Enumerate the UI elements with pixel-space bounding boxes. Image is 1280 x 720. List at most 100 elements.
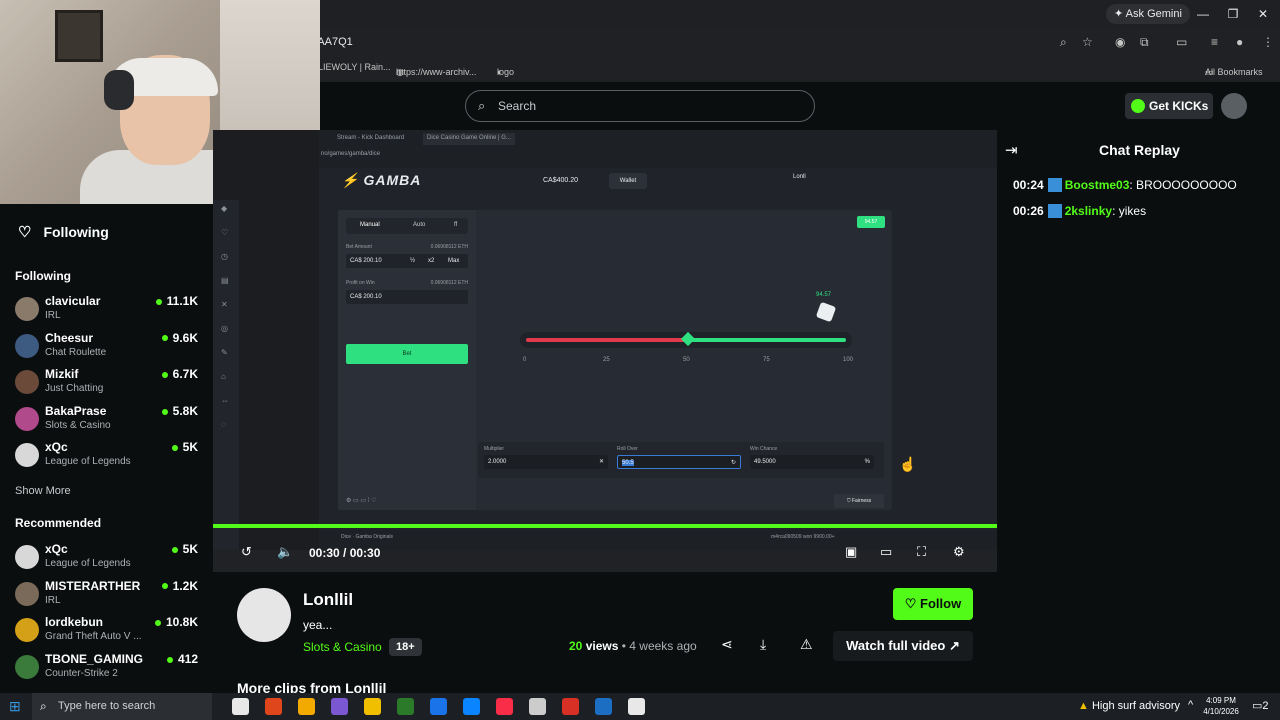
max-button: Max — [448, 258, 460, 264]
discord-icon[interactable] — [331, 698, 348, 715]
live-dot-icon — [161, 372, 168, 379]
following-nav[interactable]: ♡ Following — [18, 223, 109, 241]
bookmark-item[interactable]: LIEWOLY | Rain... — [318, 62, 391, 72]
extension-icon[interactable]: ◉ — [1115, 35, 1125, 49]
channel-category: Chat Roulette — [45, 346, 107, 358]
collapse-chat-icon[interactable]: ⇥ — [1005, 141, 1018, 159]
avatar — [15, 333, 39, 358]
miniplayer-icon[interactable]: ▣ — [845, 544, 857, 560]
notification-icon[interactable]: ▭2 — [1252, 699, 1269, 712]
sidepanel-icon[interactable]: ▭ — [1176, 35, 1187, 49]
sidebar-channel[interactable]: xQc League of Legends 5K — [15, 439, 205, 473]
avatar — [15, 545, 39, 569]
minimize-icon[interactable]: — — [1188, 4, 1218, 24]
address-bar[interactable]: BAA7Q1 — [310, 32, 1270, 52]
watch-full-video-button[interactable]: Watch full video ↗ — [833, 631, 973, 661]
gamba-logo-icon: ⚡ — [341, 172, 360, 188]
channel-name[interactable]: Lonllil — [303, 590, 353, 610]
chat-username[interactable]: 2kslinky — [1065, 204, 1112, 218]
download-icon[interactable]: ⤓ — [760, 636, 766, 653]
follow-button[interactable]: ♡ Follow — [893, 588, 973, 620]
edge-icon[interactable] — [430, 698, 447, 715]
video-progress-bar[interactable] — [213, 524, 997, 528]
fairness-button: ⛉ Fairness — [834, 494, 884, 508]
avatar[interactable] — [1221, 93, 1247, 119]
sidebar-channel[interactable]: Cheesur Chat Roulette 9.6K — [15, 330, 205, 364]
menu-icon[interactable]: ⋮ — [1262, 35, 1274, 49]
taskbar-search-input[interactable]: ⌕ Type here to search — [32, 693, 212, 720]
ask-gemini-button[interactable]: ✦ Ask Gemini — [1106, 4, 1190, 24]
slider-tick-label: 100 — [843, 357, 854, 363]
windows-start-icon[interactable]: ⊞ — [9, 698, 21, 715]
settings-icon: ⚙ ▭ ▭ ⁞ ♡ — [346, 498, 377, 504]
sidebar-channel[interactable]: Mizkif Just Chatting 6.7K — [15, 366, 205, 400]
report-icon[interactable]: ⚠ — [800, 636, 813, 653]
slider-win-range — [687, 338, 846, 342]
sidebar-channel[interactable]: DrLupoQueen77 — [15, 687, 205, 688]
get-kicks-button[interactable]: Get KICKs — [1125, 93, 1213, 119]
rail-icon: ◷ — [221, 252, 228, 261]
sidebar-channel[interactable]: xQc League of Legends 5K — [15, 541, 205, 575]
viewer-count: 5K — [171, 440, 198, 454]
bookmark-star-icon[interactable]: ☆ — [1082, 35, 1093, 49]
search-input[interactable]: ⌕ Search — [465, 90, 815, 122]
tray-chevron-icon[interactable]: ^ — [1188, 699, 1193, 711]
fullscreen-icon[interactable]: ⛶ — [917, 544, 926, 560]
volume-icon[interactable]: 🔈 — [277, 544, 293, 560]
chat-username[interactable]: Boostme03 — [1065, 178, 1130, 192]
weather-alert[interactable]: ▲ High surf advisory — [1078, 700, 1180, 712]
obs-icon[interactable] — [397, 698, 414, 715]
sidebar-channel[interactable]: TBONE_GAMING Counter-Strike 2 412 — [15, 651, 205, 685]
mouse-cursor-icon: ☝ — [899, 456, 917, 472]
show-more-link[interactable]: Show More — [15, 485, 71, 497]
clear-icon: ✕ — [598, 459, 604, 465]
extensions-puzzle-icon[interactable]: ⧉ — [1140, 35, 1149, 50]
steam-icon[interactable] — [595, 698, 612, 715]
media-icon[interactable]: ≡ — [1211, 35, 1218, 49]
brave-icon[interactable] — [265, 698, 282, 715]
roll-slider — [520, 331, 852, 348]
channel-category: Grand Theft Auto V ... — [45, 631, 142, 643]
app-icon[interactable] — [529, 698, 546, 715]
vscode-icon[interactable] — [463, 698, 480, 715]
viewer-count: 5.8K — [161, 404, 198, 418]
sidebar-channel[interactable]: lordkebun Grand Theft Auto V ... 10.8K — [15, 614, 205, 648]
bet-amount-label: Bet Amount — [346, 244, 372, 250]
settings-gear-icon[interactable]: ⚙ — [953, 544, 965, 560]
close-icon[interactable]: ✕ — [1248, 4, 1278, 24]
app-icon[interactable] — [628, 698, 645, 715]
avatar — [15, 654, 39, 679]
multiplier-field: Multiplier 2.0000 ✕ — [484, 446, 608, 469]
sidebar-channel[interactable]: BakaPrase Slots & Casino 5.8K — [15, 403, 205, 437]
dice-result: 94.57 — [816, 292, 832, 298]
theater-icon[interactable]: ▭ — [880, 544, 892, 560]
replay-icon[interactable]: ↺ — [241, 544, 252, 560]
sidebar-channel[interactable]: MISTERARTHER IRL 1.2K — [15, 578, 205, 612]
channel-category: Slots & Casino — [45, 419, 111, 431]
tab-ff: ff — [454, 222, 458, 228]
chat-message: 00:26 2kslinky: yikes — [1013, 204, 1147, 218]
chrome-icon[interactable] — [298, 698, 315, 715]
chrome-active-icon[interactable] — [562, 698, 579, 715]
profit-field: CA$ 200.10 — [346, 290, 468, 304]
profile-icon[interactable]: ● — [1236, 35, 1243, 49]
viewer-count: 5K — [171, 542, 198, 556]
category-link[interactable]: Slots & Casino — [303, 640, 382, 654]
video-player[interactable]: Stream - Kick Dashboard Dice Casino Game… — [213, 130, 997, 572]
game-footer: ⚙ ▭ ▭ ⁞ ♡ ⛉ Fairness — [338, 494, 892, 510]
taskbar-clock[interactable]: 4:09 PM 4/10/2026 — [1196, 695, 1246, 717]
sidebar-channel[interactable]: clavicular IRL 11.1K — [15, 293, 205, 327]
channel-name: clavicular — [45, 294, 101, 308]
restore-icon[interactable]: ❐ — [1218, 4, 1248, 24]
avatar[interactable] — [237, 588, 291, 642]
tab-manual: Manual — [360, 222, 380, 228]
task-view-icon[interactable] — [232, 698, 249, 715]
music-icon[interactable] — [496, 698, 513, 715]
explorer-icon[interactable] — [364, 698, 381, 715]
clip-info: Lonllil yea... Slots & Casino 18+ 20 vie… — [213, 572, 997, 696]
avatar — [15, 370, 39, 395]
zoom-icon[interactable]: ⌕ — [1060, 35, 1067, 50]
share-icon[interactable]: ⋖ — [721, 636, 733, 653]
channel-name: TBONE_GAMING — [45, 651, 144, 666]
inner-tab: Dice Casino Game Online | G... — [423, 133, 515, 145]
